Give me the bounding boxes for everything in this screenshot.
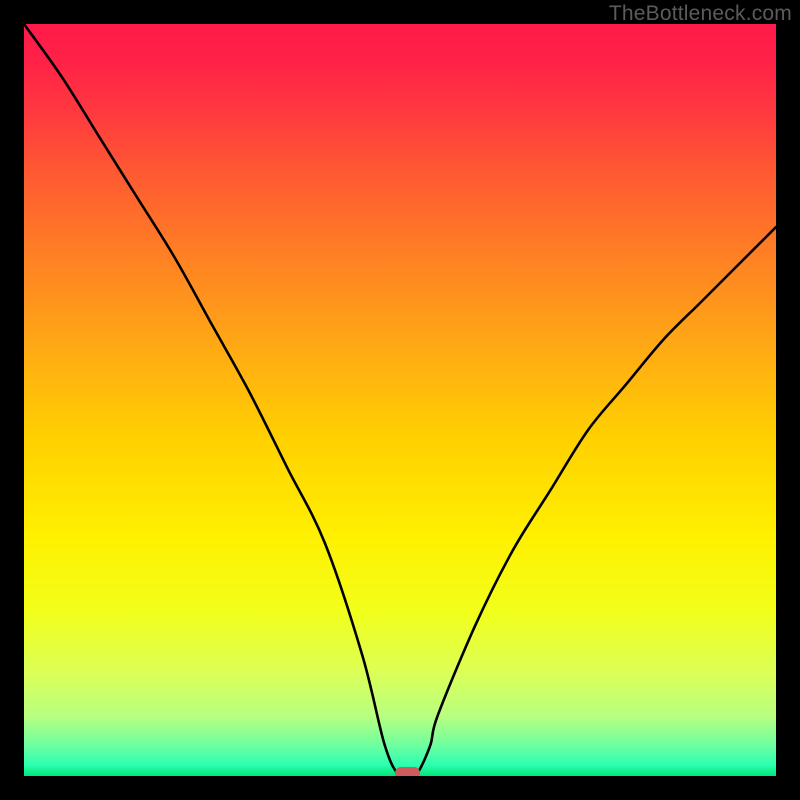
chart-container: TheBottleneck.com bbox=[0, 0, 800, 800]
watermark-text: TheBottleneck.com bbox=[609, 2, 792, 26]
bottleneck-curve bbox=[24, 24, 776, 776]
optimal-marker bbox=[395, 767, 420, 776]
plot-area bbox=[24, 24, 776, 776]
